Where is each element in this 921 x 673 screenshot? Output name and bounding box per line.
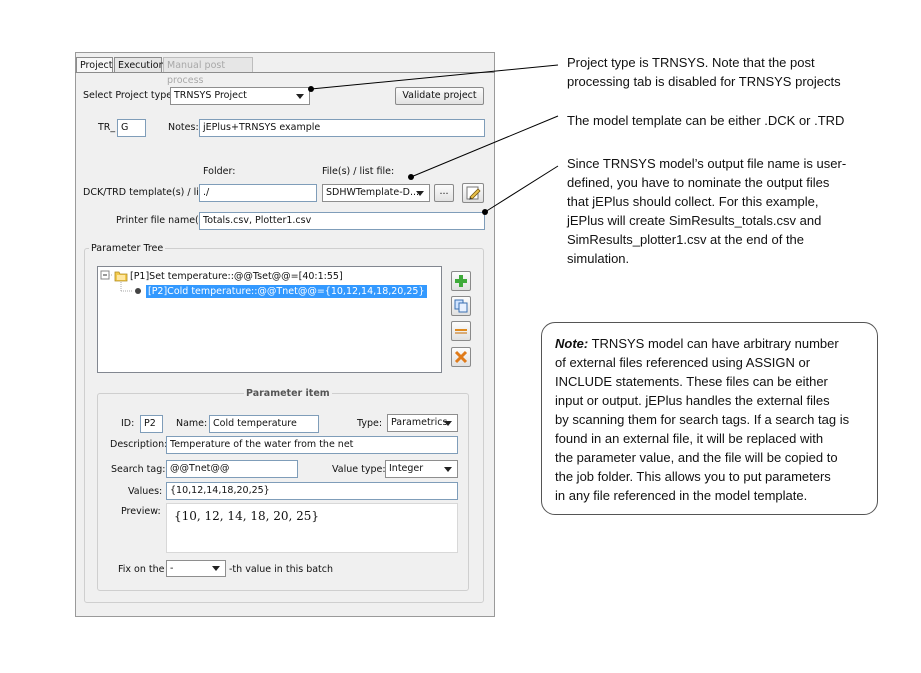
callout-line-project-type <box>310 64 559 90</box>
note-line: INCLUDE statements. These files can be e… <box>555 374 828 389</box>
note-line: in any file referenced in the model temp… <box>555 488 808 503</box>
note-first-line: TRNSYS model can have arbitrary number <box>588 336 839 351</box>
annotation-line: processing tab is disabled for TRNSYS pr… <box>567 74 841 89</box>
annotation-project-type: Project type is TRNSYS. Note that the po… <box>567 53 841 91</box>
callout-dot-printer <box>482 209 488 215</box>
note-line: of external files referenced using ASSIG… <box>555 355 811 370</box>
annotation-output-files: Since TRNSYS model’s output file name is… <box>567 154 846 268</box>
annotation-line: that jEPlus should collect. For this exa… <box>567 194 819 209</box>
annotation-template: The model template can be either .DCK or… <box>567 111 844 130</box>
callout-dot-template <box>408 174 414 180</box>
note-line: found in an external file, it will be re… <box>555 431 824 446</box>
annotation-line: simulation. <box>567 251 630 266</box>
annotation-line: SimResults_plotter1.csv at the end of th… <box>567 232 805 247</box>
note-text: Note: TRNSYS model can have arbitrary nu… <box>555 334 849 505</box>
note-line: input or output. jEPlus handles the exte… <box>555 393 830 408</box>
callout-line-printer <box>484 165 559 213</box>
annotation-line: Project type is TRNSYS. Note that the po… <box>567 55 815 70</box>
annotation-line: defined, you have to nominate the output… <box>567 175 830 190</box>
note-line: Note: TRNSYS model can have arbitrary nu… <box>555 334 849 353</box>
note-label: Note: <box>555 336 589 351</box>
callout-dot-project-type <box>308 86 314 92</box>
note-line: the job folder. This allows you to put p… <box>555 469 831 484</box>
callout-line-template <box>410 115 559 178</box>
annotation-line: Since TRNSYS model’s output file name is… <box>567 156 847 171</box>
note-line: by scanning them for search tags. If a s… <box>555 412 850 427</box>
annotation-line: jEPlus will create SimResults_totals.csv… <box>567 213 822 228</box>
note-line: the parameter value, and the file will b… <box>555 450 838 465</box>
annotation-line: The model template can be either .DCK or… <box>567 113 845 128</box>
